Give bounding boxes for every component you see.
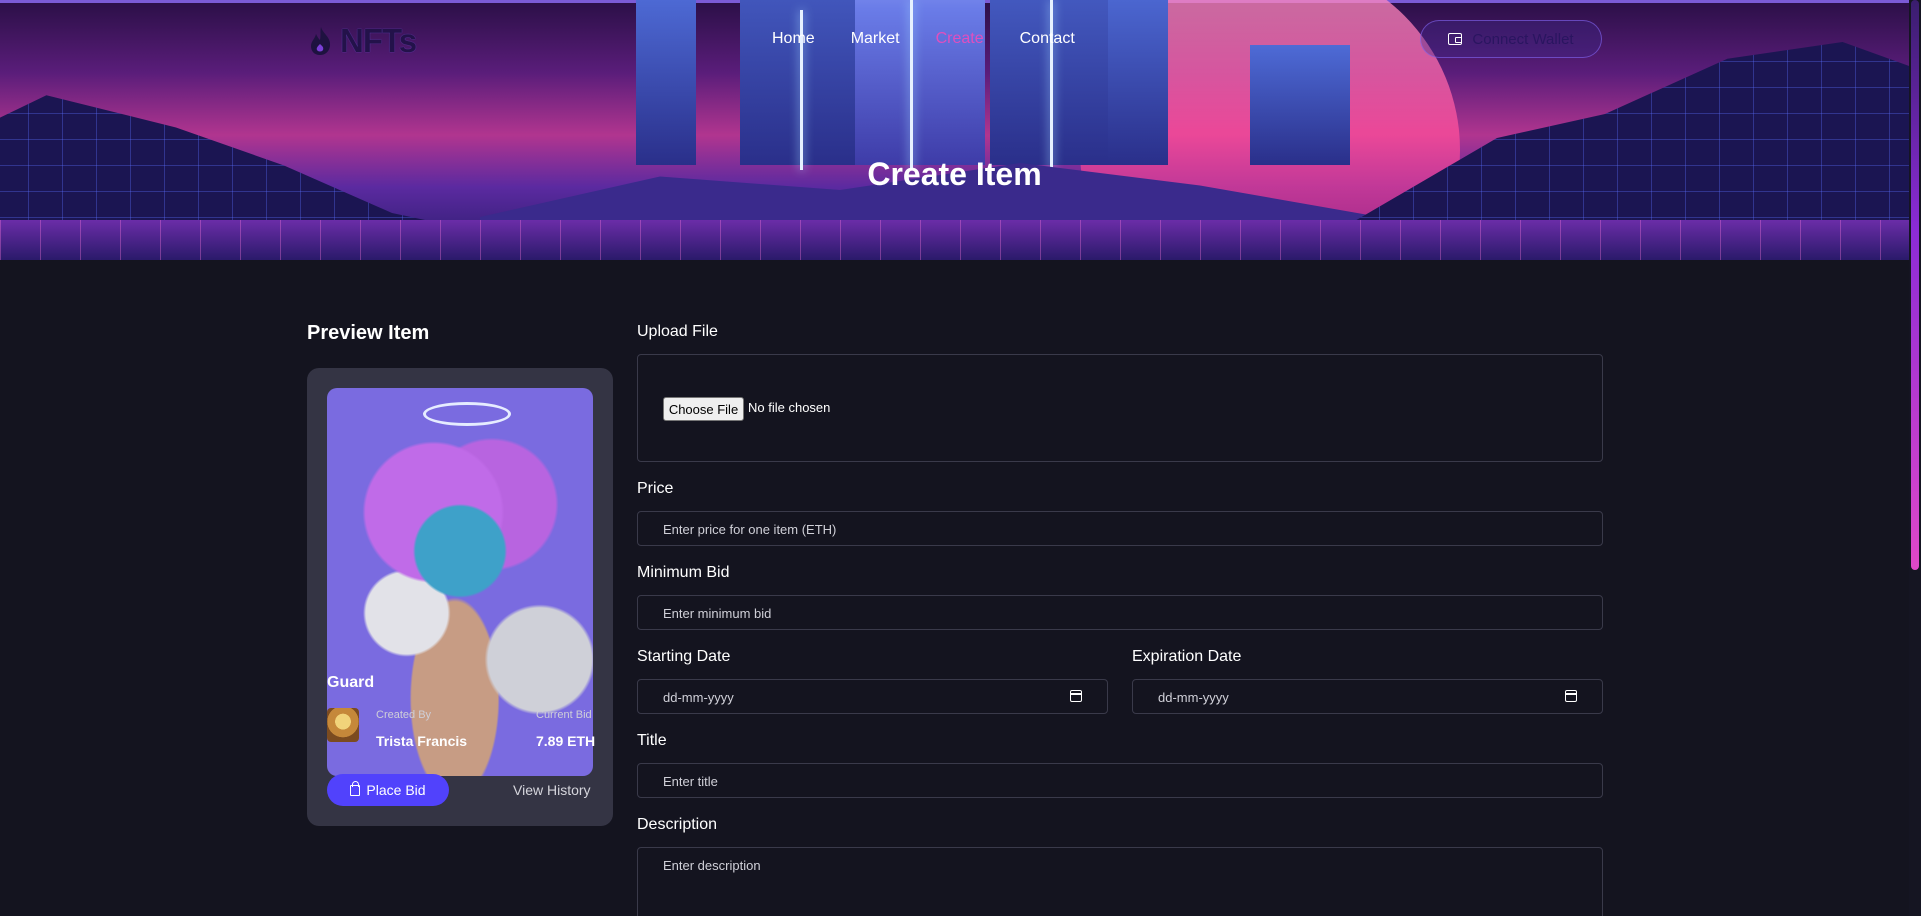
price-input[interactable]: Enter price for one item (ETH): [637, 511, 1603, 546]
preview-heading: Preview Item: [307, 322, 430, 344]
wallet-icon: [1448, 33, 1463, 45]
scrollbar-thumb[interactable]: [1911, 0, 1919, 570]
halo-ring: [423, 402, 511, 426]
nav-market[interactable]: Market: [851, 30, 900, 48]
city-tower: [855, 0, 985, 165]
page: NFTs Home Market Create Contact Connect …: [0, 0, 1921, 916]
nav-contact[interactable]: Contact: [1020, 30, 1075, 48]
minimum-bid-placeholder: Enter minimum bid: [663, 606, 772, 621]
item-title: Guard: [327, 674, 375, 691]
minimum-bid-label: Minimum Bid: [637, 564, 730, 581]
connect-wallet-label: Connect Wallet: [1472, 30, 1574, 48]
calendar-icon[interactable]: [1070, 690, 1082, 702]
preview-card: [307, 368, 613, 826]
current-bid-label: Current Bid: [536, 709, 592, 721]
city-tower: [636, 0, 696, 165]
no-file-text: No file chosen: [748, 400, 831, 415]
city-tower: [1250, 45, 1350, 165]
shopping-bag-icon: [350, 780, 361, 796]
description-textarea[interactable]: Enter description: [637, 847, 1603, 916]
logo-text: NFTs: [340, 22, 417, 59]
description-label: Description: [637, 816, 718, 833]
calendar-icon[interactable]: [1565, 690, 1577, 702]
city-tower: [1108, 0, 1168, 165]
creator-name[interactable]: Trista Francis: [376, 733, 467, 749]
main-nav: Home Market Create Contact: [772, 30, 1111, 48]
price-placeholder: Enter price for one item (ETH): [663, 522, 837, 537]
nav-create[interactable]: Create: [936, 30, 984, 48]
view-history-link[interactable]: View History: [513, 782, 591, 798]
flame-icon: [311, 27, 331, 55]
logo[interactable]: NFTs: [308, 22, 417, 60]
place-bid-button[interactable]: Place Bid: [327, 774, 449, 806]
expiration-date-placeholder: dd-mm-yyyy: [1158, 690, 1229, 705]
neon-stripe: [910, 0, 913, 170]
place-bid-label: Place Bid: [366, 782, 426, 798]
starting-date-placeholder: dd-mm-yyyy: [663, 690, 734, 705]
description-placeholder: Enter description: [663, 858, 761, 873]
grid-floor: [0, 220, 1909, 260]
choose-file-button[interactable]: Choose File: [663, 397, 744, 421]
connect-wallet-button[interactable]: Connect Wallet: [1420, 20, 1602, 58]
price-label: Price: [637, 480, 674, 497]
created-by-label: Created By: [376, 709, 432, 721]
current-bid-value: 7.89 ETH: [536, 733, 596, 749]
title-placeholder: Enter title: [663, 774, 718, 789]
nav-home[interactable]: Home: [772, 30, 815, 48]
neon-stripe: [1050, 0, 1053, 170]
upload-file-label: Upload File: [637, 323, 718, 340]
expiration-date-input[interactable]: dd-mm-yyyy: [1132, 679, 1603, 714]
starting-date-label: Starting Date: [637, 648, 731, 665]
title-input[interactable]: Enter title: [637, 763, 1603, 798]
hero-banner: NFTs Home Market Create Contact Connect …: [0, 0, 1909, 260]
title-label: Title: [637, 732, 667, 749]
starting-date-input[interactable]: dd-mm-yyyy: [637, 679, 1108, 714]
minimum-bid-input[interactable]: Enter minimum bid: [637, 595, 1603, 630]
creator-avatar: [327, 708, 359, 742]
page-title: Create Item: [867, 156, 1042, 192]
expiration-date-label: Expiration Date: [1132, 648, 1242, 665]
